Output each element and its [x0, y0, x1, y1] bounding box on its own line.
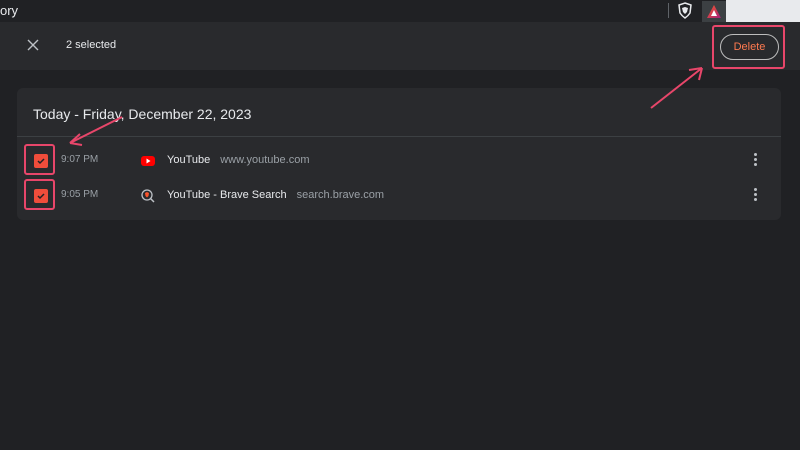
toolbar-divider [668, 3, 669, 18]
history-entry[interactable]: 9:07 PM YouTube www.youtube.com [17, 143, 781, 177]
brave-shields-icon[interactable] [677, 2, 693, 19]
youtube-icon [141, 154, 155, 166]
brave-search-icon [141, 189, 155, 203]
entry-domain: www.youtube.com [220, 154, 310, 166]
entry-time: 9:05 PM [61, 189, 99, 200]
entry-time: 9:07 PM [61, 154, 99, 165]
history-entry[interactable]: 9:05 PM YouTube - Brave Search search.bra… [17, 178, 781, 212]
entry-link[interactable]: YouTube www.youtube.com [167, 154, 310, 166]
close-icon[interactable] [25, 37, 41, 53]
brave-rewards-icon[interactable] [702, 1, 726, 22]
selected-count: 2 selected [66, 39, 117, 51]
window-title: ory [0, 3, 19, 18]
entry-checkbox[interactable] [34, 189, 48, 203]
selection-toolbar: 2 selected Delete [0, 22, 800, 70]
titlebar-light-region [726, 0, 800, 22]
browser-titlebar: ory [0, 0, 800, 22]
delete-button[interactable]: Delete [720, 34, 779, 60]
entry-title: YouTube - Brave Search [167, 189, 287, 201]
more-options-icon[interactable] [750, 187, 760, 203]
date-heading: Today - Friday, December 22, 2023 [33, 106, 252, 122]
entry-link[interactable]: YouTube - Brave Search search.brave.com [167, 189, 384, 201]
card-divider [17, 136, 781, 137]
history-card: Today - Friday, December 22, 2023 9:07 P… [17, 88, 781, 220]
delete-highlight-box: Delete [712, 25, 785, 69]
entry-checkbox[interactable] [34, 154, 48, 168]
more-options-icon[interactable] [750, 152, 760, 168]
entry-title: YouTube [167, 154, 211, 166]
entry-domain: search.brave.com [296, 189, 385, 201]
